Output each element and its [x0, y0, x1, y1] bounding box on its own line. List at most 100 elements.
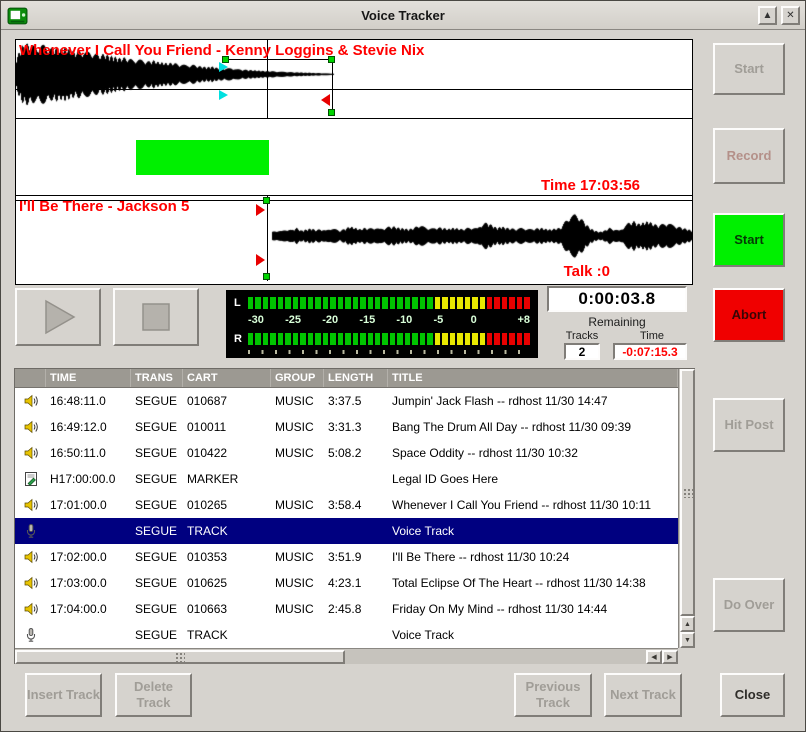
record-button[interactable]: Record [713, 128, 785, 184]
header-title[interactable]: TITLE [388, 369, 678, 387]
cell-length: 3:31.3 [324, 420, 388, 434]
meter-segment [442, 333, 447, 345]
log-row[interactable]: 17:01:00.0 SEGUE 010265 MUSIC 3:58.4 Whe… [15, 492, 678, 518]
play-button[interactable] [15, 288, 101, 346]
app-icon [7, 5, 28, 26]
close-window-icon[interactable]: ✕ [781, 6, 800, 25]
row-type-icon-cell [15, 575, 46, 591]
waveform-lane-current[interactable]: Whenever I Call You Friend - Kenny Loggi… [16, 40, 692, 119]
scroll-left-icon[interactable]: ◀ [646, 650, 662, 664]
meter-ticks [248, 350, 530, 354]
talk-start-marker-icon[interactable] [219, 62, 228, 72]
next-track-button[interactable]: Next Track [604, 673, 682, 717]
scroll-right-icon[interactable]: ▶ [662, 650, 678, 664]
meter-segment [457, 297, 462, 309]
audio-level-meter: L -30-25-20-15-10-50+8 R [226, 290, 538, 358]
header-trans[interactable]: TRANS [131, 369, 183, 387]
segue-end-handle[interactable] [328, 109, 335, 116]
start-track1-button[interactable]: Start [713, 43, 785, 95]
meter-segment [480, 297, 485, 309]
meter-segment [263, 297, 268, 309]
start-track2-button[interactable]: Start [713, 213, 785, 267]
log-row[interactable]: 17:03:00.0 SEGUE 010625 MUSIC 4:23.1 Tot… [15, 570, 678, 596]
do-over-button[interactable]: Do Over [713, 578, 785, 632]
previous-track-button[interactable]: Previous Track [514, 673, 592, 717]
fade-end-handle[interactable] [328, 56, 335, 63]
start-marker-bottom-icon[interactable] [256, 254, 265, 266]
cell-trans: SEGUE [131, 524, 183, 538]
scroll-down-icon[interactable]: ▼ [680, 632, 695, 648]
hit-post-button[interactable]: Hit Post [713, 398, 785, 452]
remaining-tracks-label: Tracks [547, 330, 617, 342]
horizontal-scrollbar[interactable]: ◀ ▶ [15, 648, 678, 664]
waveform-lane-next[interactable]: I'll Be There - Jackson 5 Talk :0 [16, 196, 692, 281]
next-start-bottom-handle[interactable] [263, 273, 270, 280]
log-row[interactable]: 17:02:00.0 SEGUE 010353 MUSIC 3:51.9 I'l… [15, 544, 678, 570]
meter-segment [524, 333, 529, 345]
meter-segment [375, 333, 380, 345]
meter-segment [412, 297, 417, 309]
cell-cart: TRACK [183, 628, 271, 642]
log-row[interactable]: 16:48:11.0 SEGUE 010687 MUSIC 3:37.5 Jum… [15, 388, 678, 414]
log-row[interactable]: 17:04:00.0 SEGUE 010663 MUSIC 2:45.8 Fri… [15, 596, 678, 622]
cell-title: Voice Track [388, 524, 678, 538]
titlebar[interactable]: Voice Tracker ▲ ✕ [1, 1, 805, 30]
vertical-scrollbar[interactable]: ▲ ▼ [678, 369, 695, 648]
log-row[interactable]: 16:49:12.0 SEGUE 010011 MUSIC 3:31.3 Ban… [15, 414, 678, 440]
start-marker-top-icon[interactable] [256, 204, 265, 216]
header-group[interactable]: GROUP [271, 369, 324, 387]
vertical-scrollbar-thumb[interactable] [680, 369, 695, 616]
cell-length: 3:37.5 [324, 394, 388, 408]
meter-scale: -30-25-20-15-10-50+8 [248, 314, 530, 327]
meter-segment [308, 333, 313, 345]
log-row[interactable]: 16:50:11.0 SEGUE 010422 MUSIC 5:08.2 Spa… [15, 440, 678, 466]
waveform-lane-voicetrack[interactable]: Time 17:03:56 [16, 119, 692, 196]
row-type-icon-cell [15, 471, 46, 487]
delete-track-button[interactable]: Delete Track [115, 673, 192, 717]
segue-marker-icon[interactable] [321, 94, 330, 106]
meter-segment [427, 333, 432, 345]
meter-segment [330, 333, 335, 345]
microphone-icon [23, 627, 39, 643]
waveform-panel: Whenever I Call You Friend - Kenny Loggi… [15, 39, 693, 285]
header-length[interactable]: LENGTH [324, 369, 388, 387]
log-table: TIME TRANS CART GROUP LENGTH TITLE [14, 368, 695, 664]
horizontal-scrollbar-thumb[interactable] [15, 650, 345, 664]
log-row[interactable]: SEGUE TRACK Voice Track [15, 622, 678, 648]
meter-segment [330, 297, 335, 309]
meter-scale-label: -5 [434, 314, 444, 326]
marker-note-icon [23, 471, 39, 487]
meter-segment [360, 333, 365, 345]
log-row[interactable]: H17:00:00.0 SEGUE MARKER Legal ID Goes H… [15, 466, 678, 492]
stop-icon [136, 297, 176, 337]
scroll-up-icon[interactable]: ▲ [680, 616, 695, 632]
close-button[interactable]: Close [720, 673, 785, 717]
shade-window-icon[interactable]: ▲ [758, 6, 777, 25]
cell-time: 17:02:00.0 [46, 550, 131, 564]
cell-cart: 010353 [183, 550, 271, 564]
speaker-icon [23, 601, 39, 617]
cell-time: H17:00:00.0 [46, 472, 131, 486]
abort-button[interactable]: Abort [713, 288, 785, 342]
meter-segment [278, 333, 283, 345]
cell-cart: 010687 [183, 394, 271, 408]
meter-segment [465, 333, 470, 345]
header-cart[interactable]: CART [183, 369, 271, 387]
meter-segment [285, 297, 290, 309]
row-type-icon-cell [15, 601, 46, 617]
cell-length: 5:08.2 [324, 446, 388, 460]
voice-track-region[interactable] [136, 140, 268, 176]
voice-tracker-window: Voice Tracker ▲ ✕ Whenever I Call You Fr… [0, 0, 806, 732]
next-start-top-handle[interactable] [263, 197, 270, 204]
log-row[interactable]: SEGUE TRACK Voice Track [15, 518, 678, 544]
meter-segment [300, 333, 305, 345]
talk-end-marker-icon[interactable] [219, 90, 228, 100]
header-time[interactable]: TIME [46, 369, 131, 387]
meter-segment [450, 333, 455, 345]
stop-button[interactable] [113, 288, 199, 346]
cell-cart: 010625 [183, 576, 271, 590]
insert-track-button[interactable]: Insert Track [25, 673, 102, 717]
meter-segment [263, 333, 268, 345]
play-icon [38, 297, 78, 337]
row-type-icon-cell [15, 497, 46, 513]
